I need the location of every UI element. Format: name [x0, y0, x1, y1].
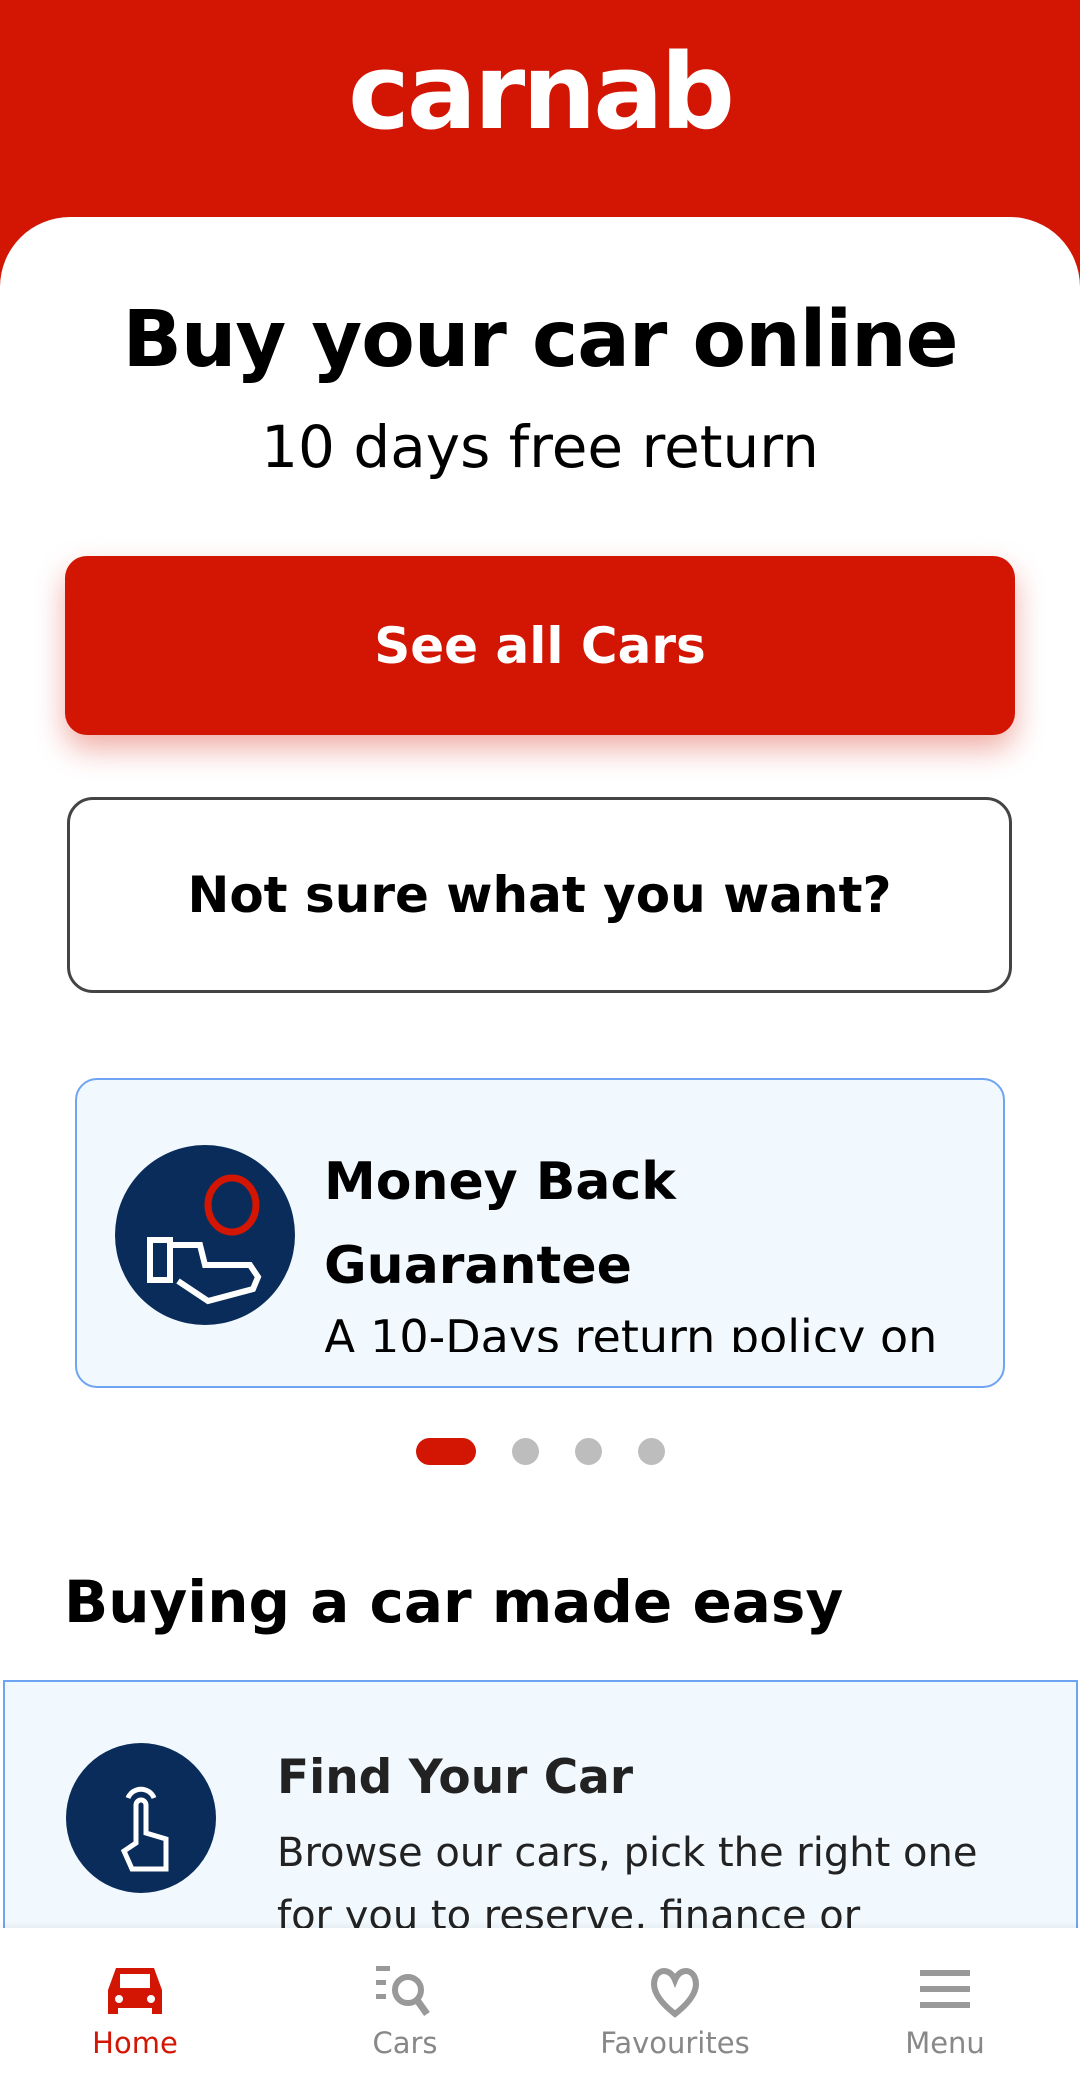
- nav-cars-label: Cars: [372, 2026, 438, 2060]
- nav-favourites[interactable]: Favourites: [540, 1928, 810, 2097]
- car-icon: [108, 1968, 162, 2014]
- carousel-dots: [0, 1438, 1080, 1465]
- hand-coin-icon: [115, 1145, 295, 1325]
- carousel-dot-3[interactable]: [574, 1438, 602, 1465]
- nav-favourites-label: Favourites: [600, 2026, 750, 2060]
- nav-menu[interactable]: Menu: [810, 1928, 1080, 2097]
- hero-subtitle: 10 days free return: [261, 413, 819, 481]
- hero-title: Buy your car online: [122, 295, 958, 385]
- bottom-nav: Home Cars Favourites Menu: [0, 1928, 1080, 2097]
- heart-icon: [651, 1968, 699, 2018]
- nav-cars[interactable]: Cars: [270, 1928, 540, 2097]
- not-sure-button[interactable]: Not sure what you want?: [67, 797, 1012, 993]
- promo-description: A 10-Days return policy on: [324, 1310, 938, 1352]
- carousel-dot-4[interactable]: [637, 1438, 665, 1465]
- nav-menu-label: Menu: [905, 2026, 985, 2060]
- carnab-logo[interactable]: carnab: [0, 40, 1080, 144]
- nav-home-label: Home: [92, 2026, 178, 2060]
- nav-home[interactable]: Home: [0, 1928, 270, 2097]
- promo-card[interactable]: Money Back Guarantee A 10-Days return po…: [75, 1078, 1005, 1388]
- hamburger-icon: [920, 1970, 970, 2008]
- see-all-cars-button[interactable]: See all Cars: [65, 556, 1015, 735]
- carousel-dot-1[interactable]: [415, 1438, 476, 1465]
- tap-finger-icon: [66, 1743, 216, 1893]
- carousel-dot-2[interactable]: [511, 1438, 539, 1465]
- search-list-icon: [376, 1966, 430, 2017]
- section-title: Buying a car made easy: [64, 1568, 844, 1636]
- step-title: Find Your Car: [277, 1750, 634, 1805]
- promo-title: Money Back Guarantee: [324, 1152, 676, 1296]
